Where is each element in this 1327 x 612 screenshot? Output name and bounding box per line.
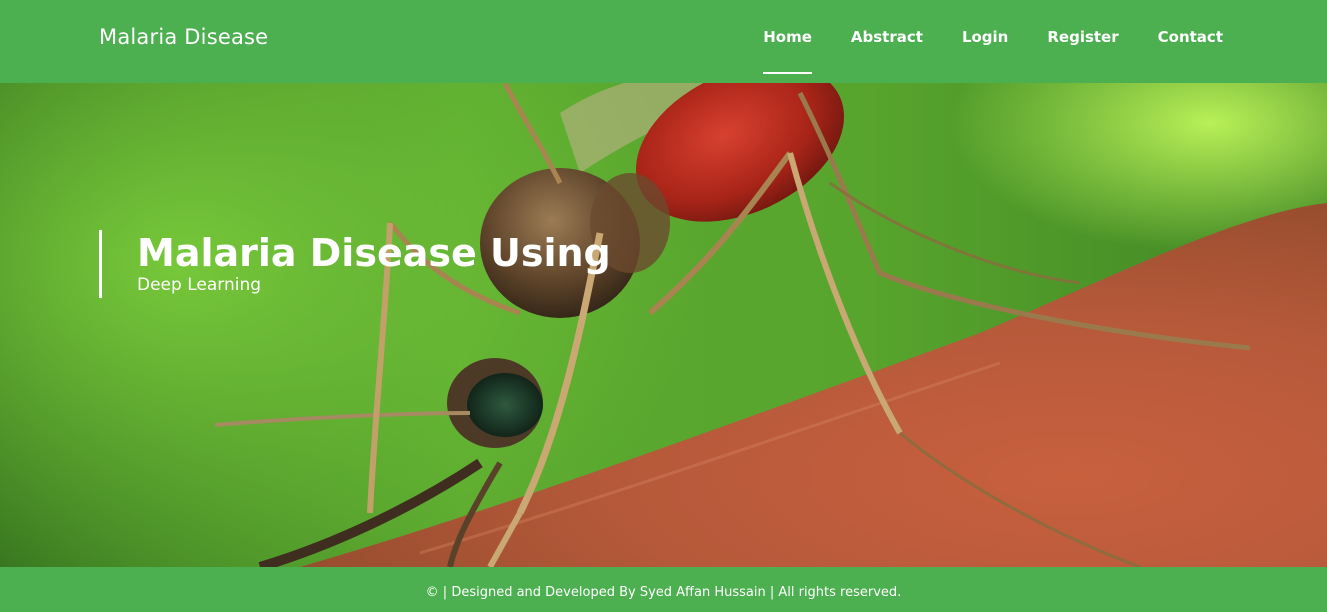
nav-menu: Home Abstract Login Register Contact (724, 28, 1223, 74)
nav-item-login: Login (962, 28, 1008, 46)
brand-link[interactable]: Malaria Disease (99, 25, 268, 49)
navbar: Malaria Disease Home Abstract Login Regi… (0, 0, 1327, 83)
hero-subtitle: Deep Learning (137, 275, 262, 295)
hero-mosquito-image (214, 83, 1327, 567)
nav-link-login[interactable]: Login (962, 28, 1008, 46)
nav-link-abstract[interactable]: Abstract (851, 28, 923, 46)
nav-item-register: Register (1047, 28, 1118, 46)
nav-item-abstract: Abstract (851, 28, 923, 46)
footer-copyright: © | Designed and Developed By Syed Affan… (425, 585, 902, 600)
hero-heading-block: Malaria Disease Using Deep Learning (99, 230, 611, 298)
nav-link-home[interactable]: Home (763, 28, 812, 46)
footer: © | Designed and Developed By Syed Affan… (0, 567, 1327, 612)
nav-item-contact: Contact (1158, 28, 1223, 46)
hero-banner: Malaria Disease Using Deep Learning (0, 83, 1327, 567)
nav-link-register[interactable]: Register (1047, 28, 1118, 46)
nav-item-home: Home (763, 28, 812, 74)
nav-link-contact[interactable]: Contact (1158, 28, 1223, 46)
hero-title: Malaria Disease Using (137, 231, 611, 275)
